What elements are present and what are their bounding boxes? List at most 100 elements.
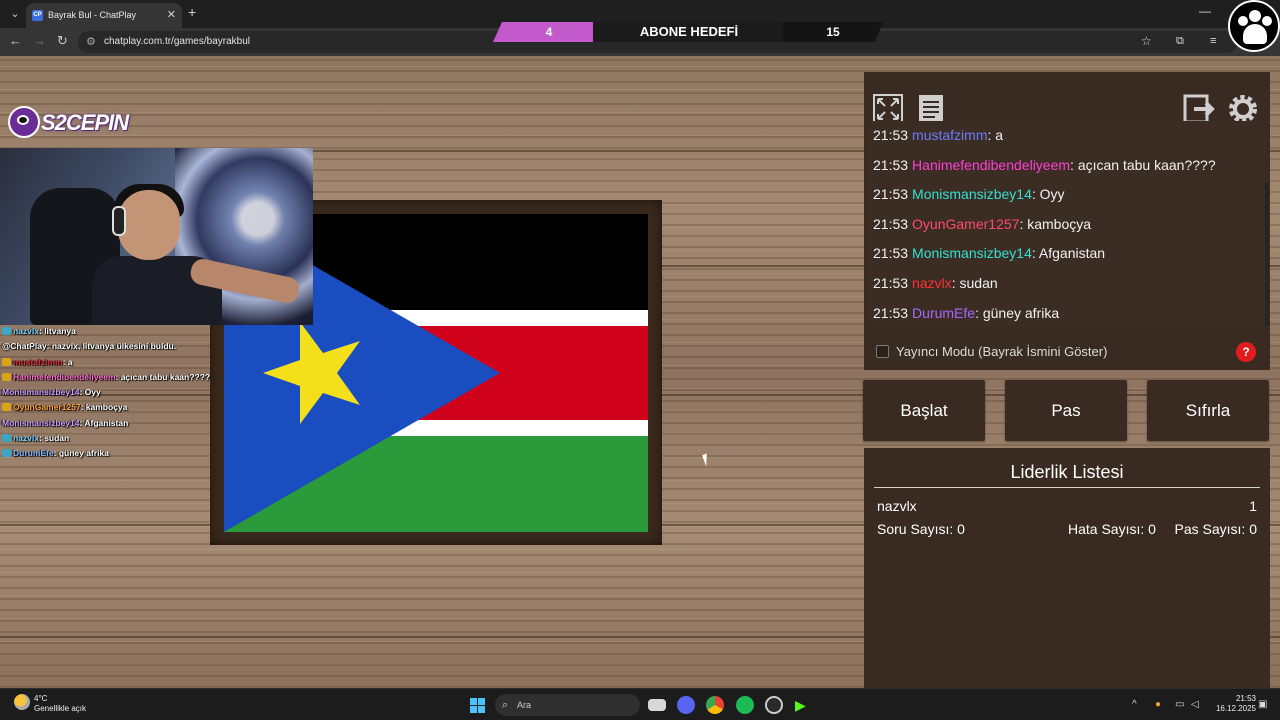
streamer-mode-checkbox[interactable] bbox=[876, 345, 889, 358]
task-view-icon[interactable] bbox=[648, 699, 666, 711]
stream-chat-user: mustafzimm bbox=[13, 356, 63, 367]
chat-badge-icon bbox=[2, 372, 11, 381]
obs-icon[interactable] bbox=[765, 696, 783, 714]
windows-start-icon[interactable] bbox=[470, 698, 485, 713]
chat-message-text: : kamboçya bbox=[1019, 215, 1092, 232]
streamer-mode-option[interactable]: Yayıncı Modu (Bayrak İsmini Göster) bbox=[876, 344, 1266, 362]
stream-chat-user: Monismansizbey14 bbox=[2, 417, 80, 428]
chat-badge-icon bbox=[2, 434, 11, 443]
url-text[interactable]: chatplay.com.tr/games/bayrakbul bbox=[104, 36, 250, 47]
reload-icon[interactable]: ↻ bbox=[57, 33, 68, 49]
weather-condition: Genellikle açık bbox=[34, 704, 87, 713]
stream-chat-text: : Oyy bbox=[79, 387, 101, 398]
chat-message-user[interactable]: Monismansizbey14 bbox=[912, 186, 1032, 202]
chat-message-user[interactable]: Hanimefendibendeliyeem bbox=[912, 157, 1070, 173]
leaderboard-title: Liderlik Listesi bbox=[1010, 462, 1124, 482]
chat-message-user[interactable]: DurumEfe bbox=[912, 305, 975, 321]
screen: ⌄ CP Bayrak Bul - ChatPlay ✕ + — ← → ↻ ⚙… bbox=[0, 0, 1280, 720]
kick-icon[interactable]: ▶ bbox=[795, 696, 813, 714]
chat-message-text: : Oyy bbox=[1031, 186, 1065, 203]
chat-message: 21:53 mustafzimm: a bbox=[869, 121, 1265, 151]
chat-message-user[interactable]: Monismansizbey14 bbox=[912, 245, 1032, 261]
spotify-icon[interactable] bbox=[736, 696, 754, 714]
tab-search-icon[interactable]: ⌄ bbox=[6, 5, 24, 23]
chat-message: 21:53 Hanimefendibendeliyeem: açıcan tabu… bbox=[869, 151, 1265, 181]
subscriber-goal-banner: 4 ABONE HEDEFİ 15 bbox=[493, 22, 883, 42]
microphone-icon[interactable]: ● bbox=[1155, 699, 1161, 710]
chat-message: 21:53 nazvlx: sudan bbox=[869, 269, 1265, 299]
stream-chat-user: DurumEfe bbox=[13, 448, 54, 459]
chat-message-user[interactable]: OyunGamer1257 bbox=[912, 216, 1019, 232]
show-hidden-icons-icon[interactable]: ^ bbox=[1132, 699, 1137, 710]
clock-time: 21:53 bbox=[1235, 694, 1256, 703]
chat-message-time: 21:53 bbox=[873, 245, 909, 262]
goal-current: 4 bbox=[493, 22, 605, 42]
chat-badge-icon bbox=[2, 403, 11, 412]
leaderboard-entry: nazvlx 1 bbox=[877, 498, 1257, 514]
extensions-icon[interactable]: ⧉ bbox=[1176, 35, 1184, 48]
stream-chat-text: : sudan bbox=[39, 433, 70, 444]
chat-message: 21:53 DurumEfe: güney afrika bbox=[869, 299, 1265, 326]
leaderboard-player-name: nazvlx bbox=[877, 498, 917, 514]
chat-message: 21:53 Monismansizbey14: Oyy bbox=[869, 180, 1265, 210]
stream-chat-line: Monismansizbey14: Afganistan bbox=[2, 418, 222, 433]
notifications-icon[interactable]: ▣ bbox=[1258, 699, 1267, 710]
chrome-icon[interactable] bbox=[706, 696, 724, 714]
streamer-brand-logo: S2CEPIN bbox=[8, 104, 129, 142]
tab-bayrak-bul[interactable]: CP Bayrak Bul - ChatPlay ✕ bbox=[26, 3, 182, 28]
chat-badge-icon bbox=[2, 357, 11, 366]
stream-chat-text: : kamboçya bbox=[80, 402, 128, 413]
stream-chat-overlay: nazvlx: litvanya @ChatPlay: nazvlx, litva… bbox=[2, 326, 222, 464]
search-icon: ⌕ bbox=[502, 699, 509, 711]
site-info-icon[interactable]: ⚙ bbox=[86, 35, 96, 48]
reset-button[interactable]: Sıfırla bbox=[1147, 380, 1269, 441]
chat-message-text: : sudan bbox=[951, 274, 998, 291]
chat-badge-icon bbox=[2, 449, 11, 458]
chat-message-user[interactable]: nazvlx bbox=[912, 275, 952, 291]
weather-widget[interactable]: 4°C Genellikle açık bbox=[34, 694, 86, 714]
back-icon[interactable]: ← bbox=[9, 33, 22, 48]
minimize-icon[interactable]: — bbox=[1199, 4, 1211, 18]
chat-message-time: 21:53 bbox=[873, 156, 909, 173]
streamer-webcam bbox=[0, 148, 313, 325]
goal-label: ABONE HEDEFİ bbox=[593, 22, 785, 42]
stream-chat-text: : açıcan tabu kaan???? bbox=[115, 371, 210, 382]
pass-count: Pas Sayısı: 0 bbox=[1174, 521, 1257, 537]
new-tab-icon[interactable]: + bbox=[188, 4, 196, 20]
pass-button[interactable]: Pas bbox=[1005, 380, 1127, 441]
chat-message-time: 21:53 bbox=[873, 127, 909, 143]
stream-chat-text: : nazvlx, litvanya ülkesini buldu. bbox=[46, 341, 177, 352]
start-button[interactable]: Başlat bbox=[863, 380, 985, 441]
stream-chat-line: nazvlx: sudan bbox=[2, 433, 222, 448]
question-count: Soru Sayısı: 0 bbox=[877, 521, 965, 537]
stream-chat-line: Hanimefendibendeliyeem: açıcan tabu kaan… bbox=[2, 372, 222, 387]
community-logo-icon bbox=[1228, 0, 1280, 52]
volume-icon[interactable]: ◁ bbox=[1191, 699, 1199, 710]
taskbar-search[interactable]: ⌕ Ara bbox=[495, 694, 640, 716]
close-tab-icon[interactable]: ✕ bbox=[167, 3, 176, 28]
stream-chat-text: : litvanya bbox=[39, 326, 76, 336]
clock-date: 16.12.2025 bbox=[1215, 704, 1256, 713]
taskbar-clock[interactable]: 21:53 16.12.2025 bbox=[1212, 694, 1256, 714]
stream-chat-line: mustafzimm: a bbox=[2, 357, 222, 372]
chat-message-user[interactable]: mustafzimm bbox=[912, 127, 987, 143]
weather-icon[interactable] bbox=[14, 694, 30, 710]
forward-icon[interactable]: → bbox=[33, 33, 46, 48]
stream-chat-text: : a bbox=[62, 356, 73, 367]
network-icon[interactable]: ▭ bbox=[1175, 699, 1184, 710]
chat-message-time: 21:53 bbox=[873, 215, 909, 232]
chat-message-text: : güney afrika bbox=[975, 304, 1060, 321]
chat-scrollbar[interactable] bbox=[1265, 183, 1269, 326]
goal-target: 15 bbox=[783, 22, 883, 42]
stream-chat-user: Monismansizbey14 bbox=[2, 387, 80, 398]
stream-chat-line: OyunGamer1257: kamboçya bbox=[2, 402, 222, 417]
streamer-mode-label: Yayıncı Modu (Bayrak İsmini Göster) bbox=[896, 344, 1108, 359]
stream-chat-line: DurumEfe: güney afrika bbox=[2, 448, 222, 463]
stream-chat-line: nazvlx: litvanya bbox=[2, 326, 222, 341]
discord-icon[interactable] bbox=[677, 696, 695, 714]
chat-message-time: 21:53 bbox=[873, 304, 909, 321]
bookmark-star-icon[interactable]: ☆ bbox=[1141, 34, 1152, 48]
help-button[interactable]: ? bbox=[1236, 342, 1256, 362]
media-controls-icon[interactable]: ≡ bbox=[1210, 35, 1216, 47]
leaderboard: Liderlik Listesi nazvlx 1 Soru Sayısı: 0… bbox=[864, 448, 1270, 688]
